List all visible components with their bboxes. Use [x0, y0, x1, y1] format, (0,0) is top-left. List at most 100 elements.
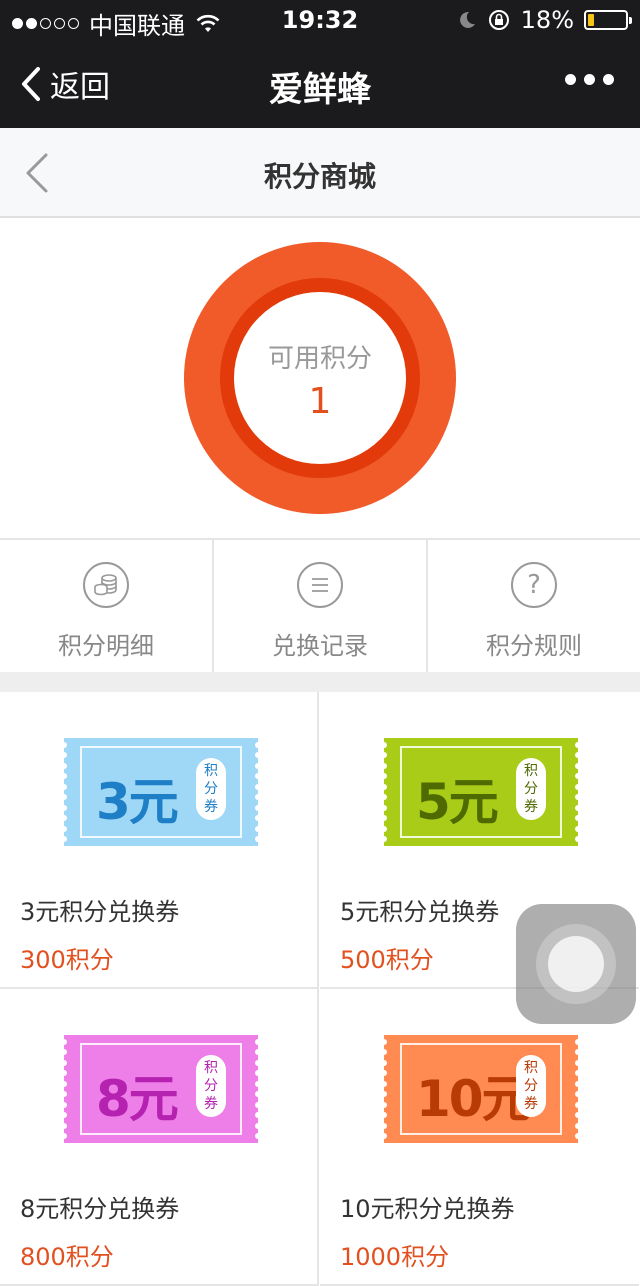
voucher-amount: 5元: [416, 773, 499, 831]
perforation-dot: [255, 794, 261, 801]
perforation-dot: [381, 815, 387, 822]
perforation-dot: [575, 742, 581, 748]
perforation-dot: [575, 1122, 581, 1129]
perforation-dot: [255, 1101, 261, 1108]
perforation-dot: [61, 1059, 67, 1066]
badge-char: 积: [204, 763, 218, 779]
product-price: 500积分: [340, 946, 434, 974]
ticket-perforation: [61, 1039, 67, 1139]
menu-exchange-history[interactable]: 兑换记录: [214, 540, 428, 672]
perforation-dot: [575, 752, 581, 759]
perforation-dot: [381, 752, 387, 759]
voucher-amount: 3元: [96, 773, 179, 831]
perforation-dot: [381, 794, 387, 801]
perforation-dot: [381, 762, 387, 769]
perforation-dot: [255, 783, 261, 790]
ticket-perforation: [61, 742, 67, 842]
perforation-dot: [381, 1070, 387, 1077]
badge-char: 券: [524, 1096, 538, 1112]
more-button[interactable]: [565, 74, 614, 85]
menu-label: 积分规则: [486, 632, 582, 660]
nav-bar: 返回 爱鲜蜂: [0, 40, 640, 128]
product-price: 800积分: [20, 1243, 114, 1271]
perforation-dot: [255, 1070, 261, 1077]
perforation-dot: [61, 752, 67, 759]
product-card[interactable]: 8元 积分券 8元积分兑换券 800积分: [0, 989, 319, 1286]
badge-char: 积: [524, 1060, 538, 1076]
perforation-dot: [61, 773, 67, 780]
perforation-dot: [381, 825, 387, 832]
assistive-touch-button[interactable]: [516, 904, 636, 1024]
ticket-perforation: [575, 742, 581, 842]
perforation-dot: [381, 804, 387, 811]
menu-points-detail[interactable]: 积分明细: [0, 540, 214, 672]
perforation-dot: [381, 742, 387, 748]
badge-char: 券: [524, 799, 538, 815]
perforation-dot: [61, 742, 67, 748]
more-dot: [565, 74, 576, 85]
perforation-dot: [61, 1039, 67, 1045]
question-icon: ?: [511, 562, 557, 608]
voucher-badge: 积分券: [196, 758, 226, 820]
assistive-touch-ring: [536, 924, 616, 1004]
perforation-dot: [381, 773, 387, 780]
perforation-dot: [381, 1080, 387, 1087]
perforation-dot: [575, 1091, 581, 1098]
points-menu: 积分明细 兑换记录 ? 积分规则: [0, 538, 640, 672]
perforation-dot: [575, 835, 581, 842]
perforation-dot: [61, 762, 67, 769]
perforation-dot: [575, 825, 581, 832]
perforation-dot: [381, 783, 387, 790]
perforation-dot: [575, 1039, 581, 1045]
perforation-dot: [255, 762, 261, 769]
points-value: 1: [308, 381, 332, 422]
perforation-dot: [61, 825, 67, 832]
product-name: 3元积分兑换券: [20, 898, 180, 926]
perforation-dot: [255, 1080, 261, 1087]
assistive-touch-dot: [548, 936, 604, 992]
perforation-dot: [255, 752, 261, 759]
perforation-dot: [255, 804, 261, 811]
voucher-badge: 积分券: [516, 1055, 546, 1117]
more-dot: [603, 74, 614, 85]
ticket-perforation: [381, 742, 387, 842]
perforation-dot: [381, 835, 387, 842]
page-header: 积分商城: [0, 128, 640, 218]
perforation-dot: [575, 783, 581, 790]
voucher-image: 5元 积分券: [381, 738, 581, 846]
perforation-dot: [61, 1101, 67, 1108]
perforation-dot: [381, 1059, 387, 1066]
voucher-image: 10元 积分券: [381, 1035, 581, 1143]
badge-char: 分: [524, 1078, 538, 1094]
product-price: 300积分: [20, 946, 114, 974]
points-display: 可用积分 1: [234, 292, 406, 464]
perforation-dot: [61, 783, 67, 790]
perforation-dot: [381, 1039, 387, 1045]
status-right: 18%: [457, 6, 632, 34]
perforation-dot: [381, 1049, 387, 1056]
perforation-dot: [575, 815, 581, 822]
perforation-dot: [575, 1112, 581, 1119]
perforation-dot: [575, 1080, 581, 1087]
menu-label: 兑换记录: [272, 632, 368, 660]
voucher-image: 8元 积分券: [61, 1035, 261, 1143]
perforation-dot: [61, 835, 67, 842]
product-card[interactable]: 10元 积分券 10元积分兑换券 1000积分: [320, 989, 639, 1286]
battery-percent: 18%: [520, 6, 574, 34]
product-name: 5元积分兑换券: [340, 898, 500, 926]
product-name: 10元积分兑换券: [340, 1195, 515, 1223]
points-label: 可用积分: [267, 344, 372, 374]
voucher-amount: 8元: [96, 1070, 179, 1128]
perforation-dot: [381, 1091, 387, 1098]
perforation-dot: [381, 1122, 387, 1129]
badge-char: 券: [204, 1096, 218, 1112]
battery-icon: [584, 10, 632, 30]
voucher-amount: 10元: [416, 1070, 532, 1128]
badge-char: 分: [524, 781, 538, 797]
product-card[interactable]: 3元 积分券 3元积分兑换券 300积分: [0, 692, 319, 989]
perforation-dot: [575, 1101, 581, 1108]
perforation-dot: [61, 1080, 67, 1087]
badge-char: 分: [204, 1078, 218, 1094]
perforation-dot: [575, 1070, 581, 1077]
menu-points-rules[interactable]: ? 积分规则: [428, 540, 640, 672]
